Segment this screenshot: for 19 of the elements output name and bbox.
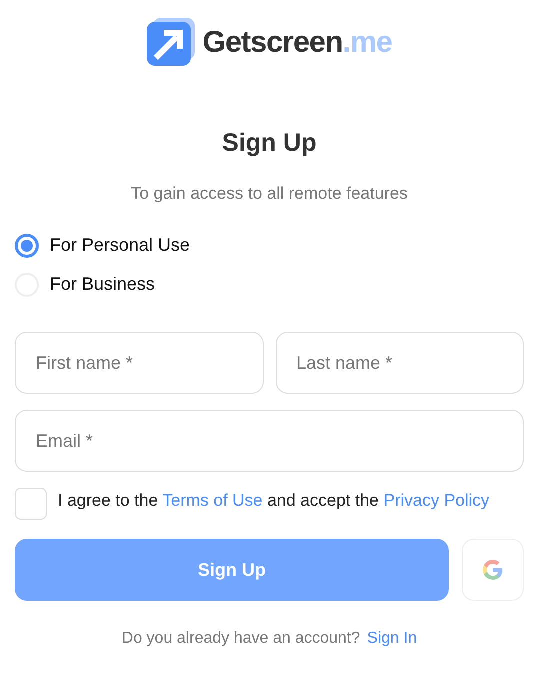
agreement-link[interactable]: Terms of Use [162, 491, 263, 510]
agreement-text: I agree to the Terms of Use and accept the Privacy Policy [58, 490, 490, 512]
logo-icon [146, 18, 195, 66]
input-field[interactable]: Email * [15, 410, 524, 472]
sign-up-button[interactable]: Sign Up [15, 539, 449, 601]
google-icon [481, 558, 505, 582]
agreement-link[interactable]: Privacy Policy [384, 491, 490, 510]
subtitle: To gain access to all remote features [130, 182, 409, 204]
page-title: Sign Up [221, 128, 318, 159]
google-sign-in-button[interactable] [462, 539, 524, 601]
input-field[interactable]: First name * [15, 332, 264, 394]
agreement-checkbox[interactable] [15, 488, 47, 520]
radio-label: For Business [50, 273, 156, 296]
input-field[interactable]: Last name * [276, 332, 524, 394]
radio-label: For Personal Use [50, 234, 190, 257]
logo-text: Getscreen.me [202, 24, 392, 60]
account-question: Do you already have an account? [122, 629, 360, 649]
sign-in-link[interactable]: Sign In [367, 627, 418, 651]
radio-button[interactable] [15, 234, 39, 258]
